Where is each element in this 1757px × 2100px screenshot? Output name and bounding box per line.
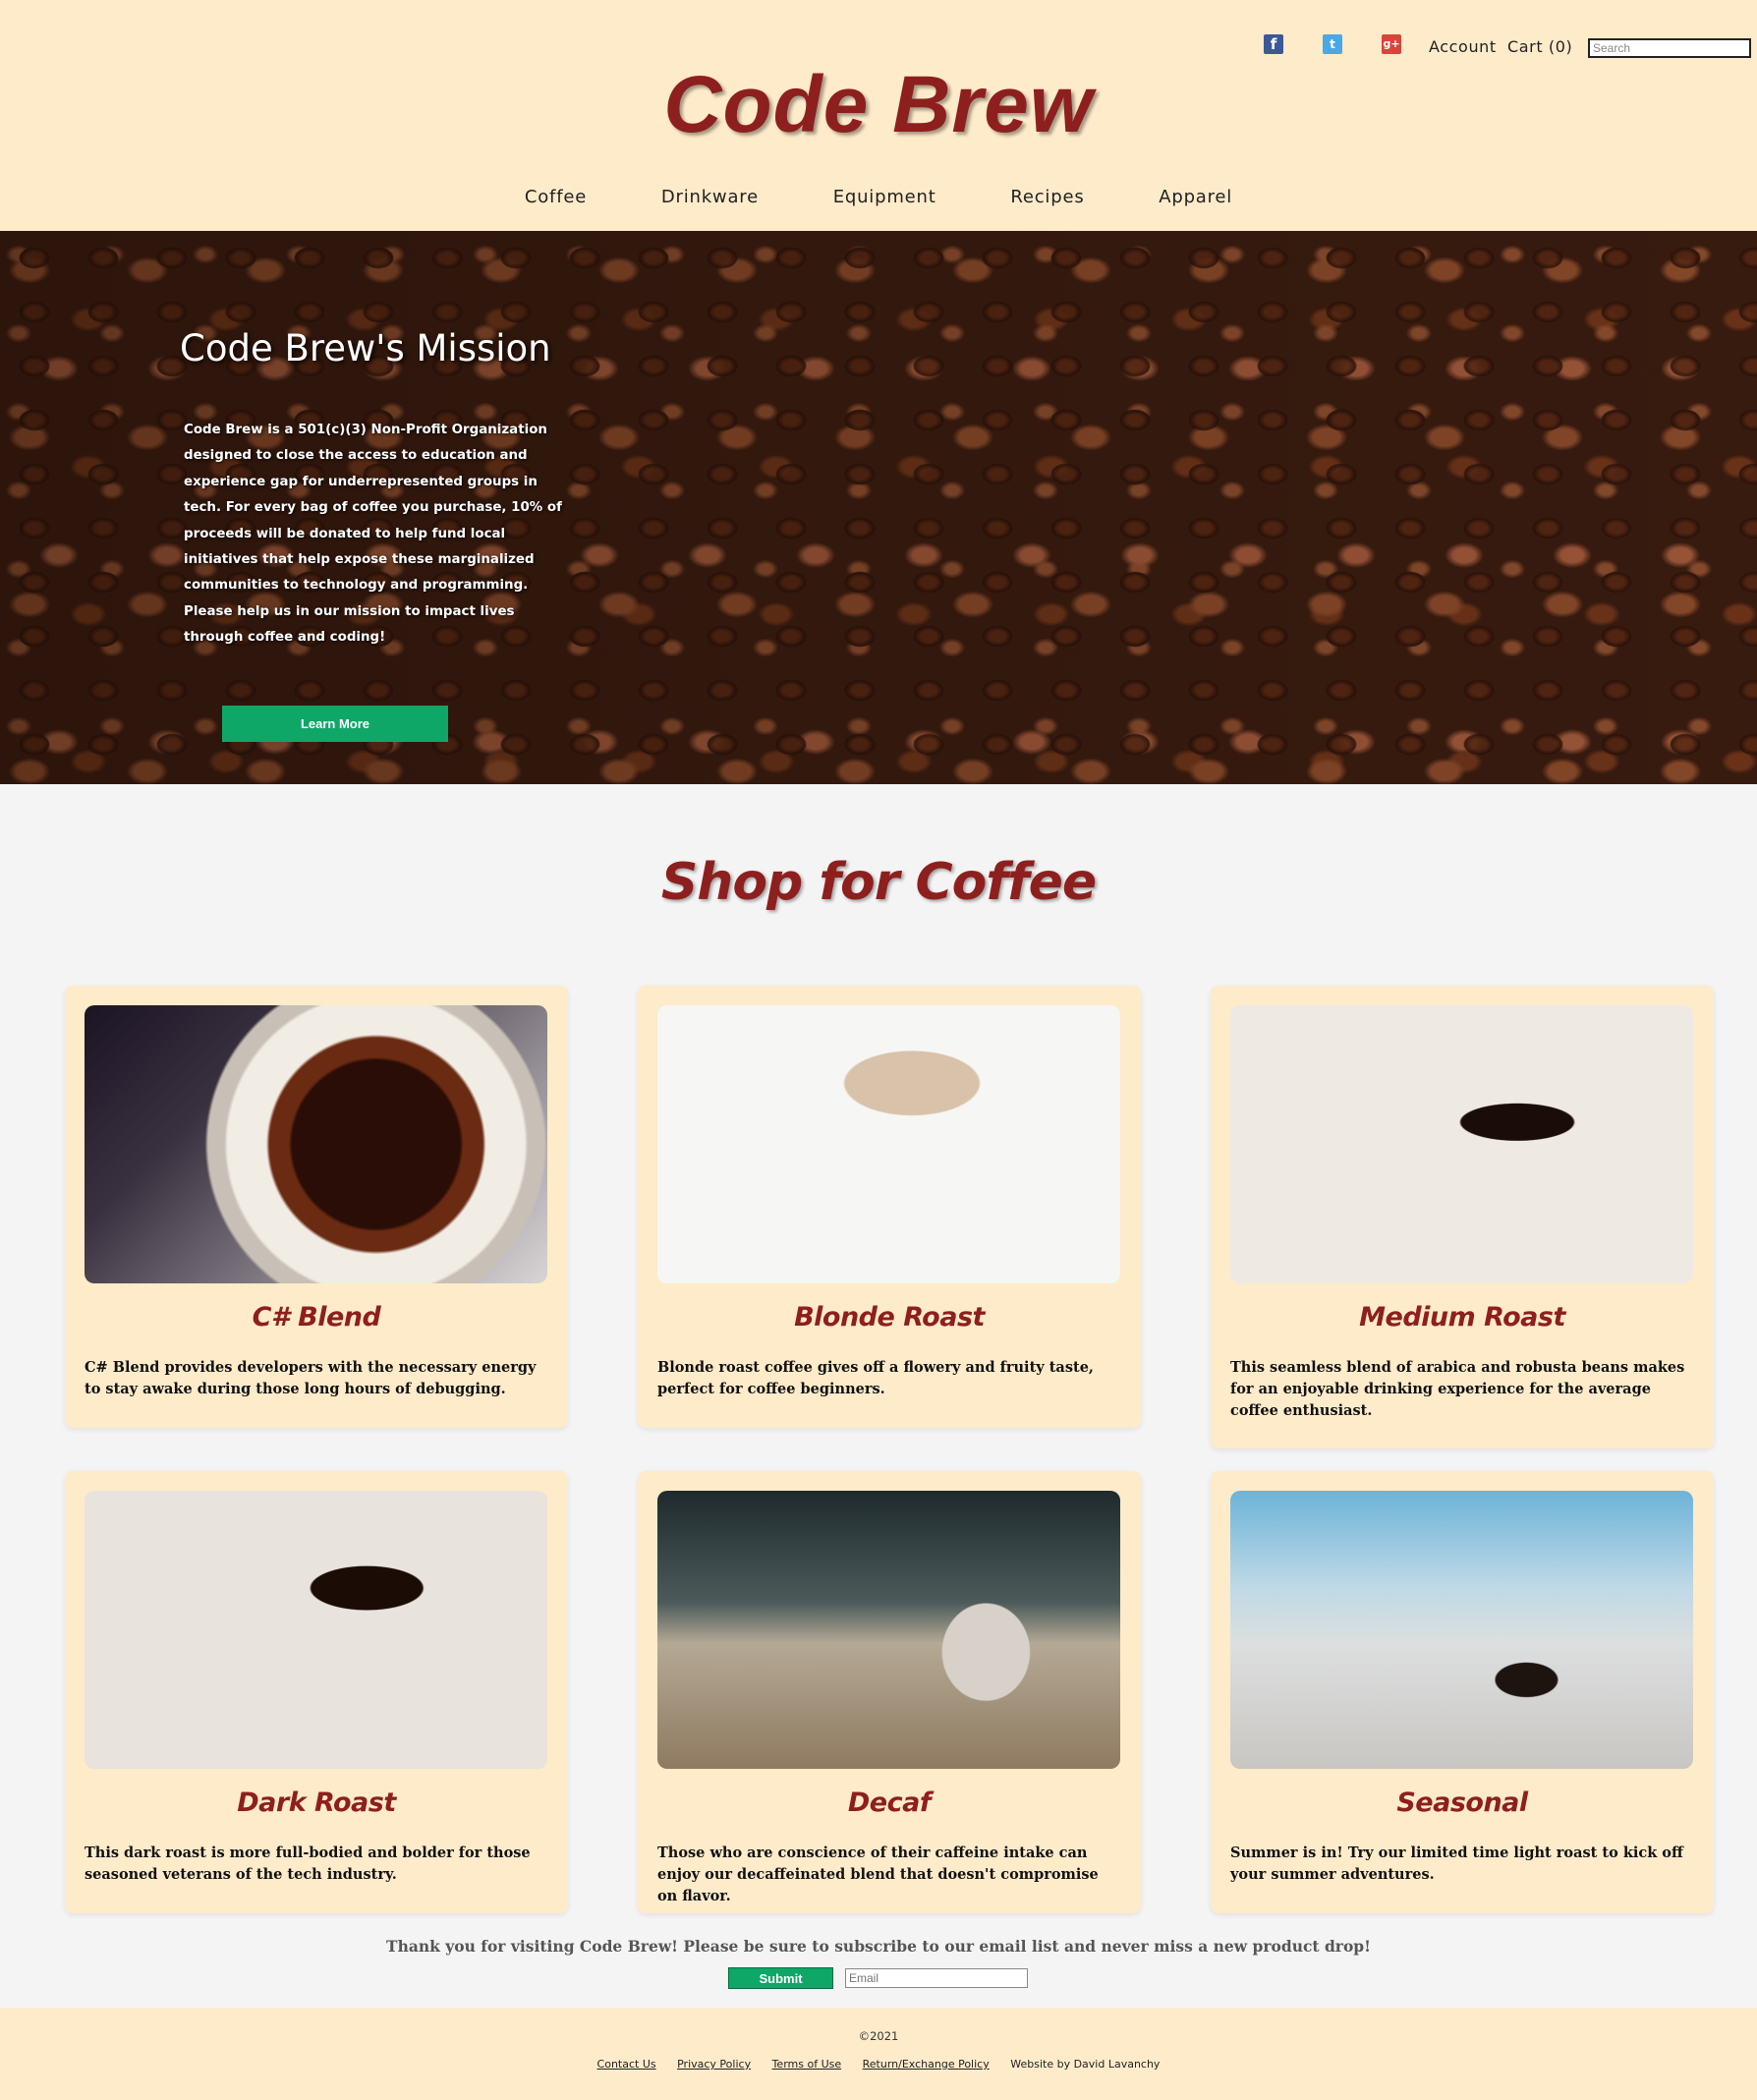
product-description: This seamless blend of arabica and robus…: [1230, 1359, 1685, 1419]
product-card-decaf[interactable]: Decaf Those who are conscience of their …: [638, 1471, 1141, 1913]
nav-item-recipes[interactable]: Recipes: [1010, 187, 1084, 207]
site-footer: ©2021 Contact Us Privacy Policy Terms of…: [0, 2008, 1757, 2100]
submit-button[interactable]: Submit: [728, 1967, 833, 1989]
product-card-csharp-blend[interactable]: C# Blend C# Blend provides developers wi…: [65, 986, 568, 1428]
product-name[interactable]: Medium Roast: [1211, 1302, 1714, 1333]
nav-item-apparel[interactable]: Apparel: [1159, 187, 1232, 207]
product-image[interactable]: [657, 1005, 1120, 1283]
product-name[interactable]: Dark Roast: [65, 1788, 568, 1818]
search-input[interactable]: [1588, 38, 1751, 58]
product-name[interactable]: C# Blend: [65, 1302, 568, 1333]
product-description: This dark roast is more full-bodied and …: [85, 1845, 531, 1883]
nav-item-drinkware[interactable]: Drinkware: [661, 187, 759, 207]
subscribe-message: Thank you for visiting Code Brew! Please…: [386, 1937, 1371, 1956]
nav-item-coffee[interactable]: Coffee: [525, 187, 587, 207]
product-name[interactable]: Seasonal: [1211, 1788, 1714, 1818]
main-nav: Coffee Drinkware Equipment Recipes Appar…: [0, 187, 1757, 207]
terms-of-use-link[interactable]: Terms of Use: [772, 2058, 842, 2071]
product-card-medium-roast[interactable]: Medium Roast This seamless blend of arab…: [1211, 986, 1714, 1448]
footer-links: Contact Us Privacy Policy Terms of Use R…: [0, 2058, 1757, 2071]
product-name[interactable]: Blonde Roast: [638, 1302, 1141, 1333]
cart-link[interactable]: Cart (0): [1507, 37, 1572, 56]
shop-title: Shop for Coffee: [660, 853, 1097, 912]
product-card-blonde-roast[interactable]: Blonde Roast Blonde roast coffee gives o…: [638, 986, 1141, 1428]
product-description: Blonde roast coffee gives off a flowery …: [657, 1359, 1094, 1397]
copyright: ©2021: [858, 2029, 899, 2043]
nav-item-equipment[interactable]: Equipment: [833, 187, 936, 207]
product-name[interactable]: Decaf: [638, 1788, 1141, 1818]
facebook-icon[interactable]: f: [1264, 34, 1283, 54]
google-plus-icon[interactable]: g+: [1382, 34, 1401, 54]
privacy-policy-link[interactable]: Privacy Policy: [677, 2058, 751, 2071]
site-logo[interactable]: Code Brew: [0, 59, 1757, 151]
product-description: C# Blend provides developers with the ne…: [85, 1359, 537, 1397]
product-description: Summer is in! Try our limited time light…: [1230, 1845, 1683, 1883]
hero-mission-text: Code Brew is a 501(c)(3) Non-Profit Orga…: [184, 423, 562, 646]
hero-banner: Code Brew's Mission Code Brew is a 501(c…: [0, 231, 1757, 784]
product-image[interactable]: [1230, 1005, 1693, 1283]
email-field[interactable]: [845, 1968, 1028, 1988]
site-header: f t g+ Account Cart (0) Code Brew Coffee…: [0, 0, 1757, 231]
product-description: Those who are conscience of their caffei…: [657, 1845, 1099, 1904]
learn-more-button[interactable]: Learn More: [222, 706, 448, 742]
contact-us-link[interactable]: Contact Us: [597, 2058, 656, 2071]
account-link[interactable]: Account: [1429, 37, 1497, 56]
product-image[interactable]: [1230, 1491, 1693, 1769]
return-exchange-policy-link[interactable]: Return/Exchange Policy: [863, 2058, 990, 2071]
product-image[interactable]: [85, 1491, 547, 1769]
twitter-icon[interactable]: t: [1323, 34, 1342, 54]
product-image[interactable]: [85, 1005, 547, 1283]
hero-title: Code Brew's Mission: [180, 327, 551, 369]
product-card-seasonal[interactable]: Seasonal Summer is in! Try our limited t…: [1211, 1471, 1714, 1913]
website-credit: Website by David Lavanchy: [1010, 2058, 1161, 2071]
product-image[interactable]: [657, 1491, 1120, 1769]
product-card-dark-roast[interactable]: Dark Roast This dark roast is more full-…: [65, 1471, 568, 1913]
